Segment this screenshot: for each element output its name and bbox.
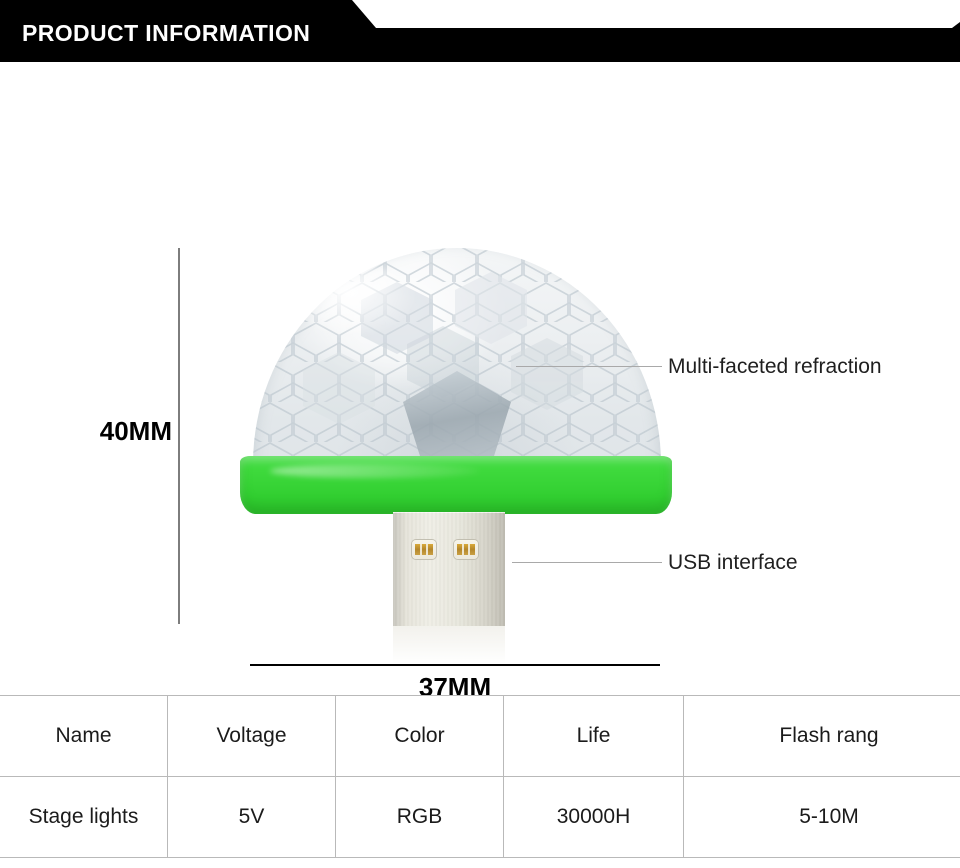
- table-header-cell: Voltage: [167, 695, 336, 777]
- usb-gold-contact: [415, 544, 433, 555]
- dome-lens: [253, 248, 661, 488]
- height-dimension-line: [178, 248, 180, 624]
- green-base-highlight: [270, 464, 480, 478]
- table-header-cell: Life: [503, 695, 684, 777]
- header-banner: PRODUCT INFORMATION: [0, 0, 960, 62]
- specification-table: Name Voltage Color Life Flash rang Stage…: [0, 695, 960, 858]
- usb-gold-contact: [457, 544, 475, 555]
- usb-reflection: [393, 626, 505, 664]
- callout-label-refraction: Multi-faceted refraction: [668, 355, 882, 378]
- product-information-page: PRODUCT INFORMATION 40MM 37MM Multi-face…: [0, 0, 960, 868]
- table-header-cell: Color: [335, 695, 504, 777]
- table-header-cell: Name: [0, 695, 168, 777]
- usb-contact-slot-left: [412, 540, 436, 559]
- table-row: Stage lights 5V RGB 30000H 5-10M: [0, 776, 960, 858]
- usb-contact-slot-right: [454, 540, 478, 559]
- callout-leader-line-refraction: [516, 366, 662, 367]
- height-dimension-label: 40MM: [99, 416, 172, 446]
- table-header-cell: Flash rang: [683, 695, 960, 777]
- table-cell: RGB: [335, 776, 504, 858]
- product-illustration: 40MM 37MM Multi-faceted refraction USB i…: [0, 62, 960, 700]
- table-cell: 5-10M: [683, 776, 960, 858]
- table-cell: Stage lights: [0, 776, 168, 858]
- page-title: PRODUCT INFORMATION: [22, 20, 311, 46]
- callout-leader-line-usb: [512, 562, 662, 563]
- table-cell: 5V: [167, 776, 336, 858]
- usb-metal-texture: [393, 512, 505, 626]
- width-dimension-line: [250, 664, 660, 666]
- table-cell: 30000H: [503, 776, 684, 858]
- dome-highlight: [301, 266, 419, 340]
- callout-label-usb: USB interface: [668, 551, 798, 574]
- usb-connector: [393, 512, 505, 626]
- green-base-ring: [240, 456, 672, 514]
- table-header-row: Name Voltage Color Life Flash rang: [0, 695, 960, 777]
